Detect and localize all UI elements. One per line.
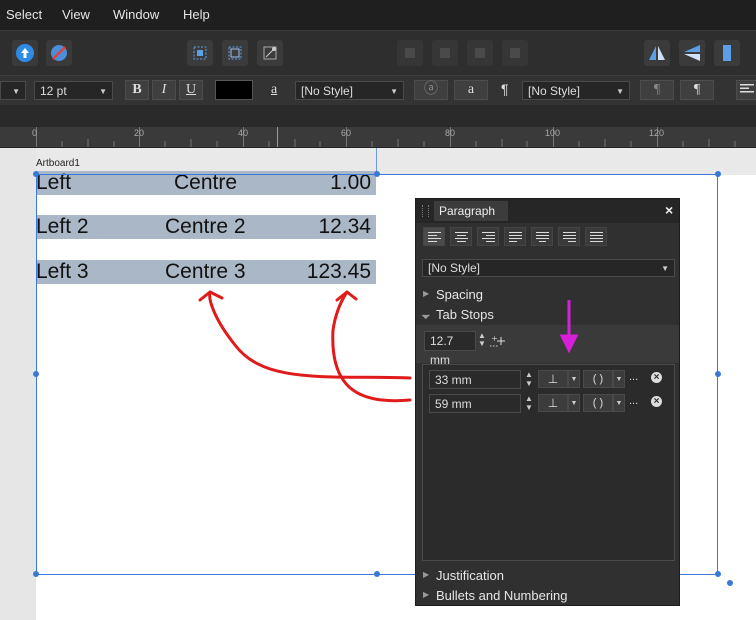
annotation-arrow-centre	[208, 290, 412, 380]
annotation-overlay	[198, 290, 579, 403]
annotation-marker-arrow	[559, 300, 579, 354]
annotation-arrow-right	[331, 290, 412, 403]
